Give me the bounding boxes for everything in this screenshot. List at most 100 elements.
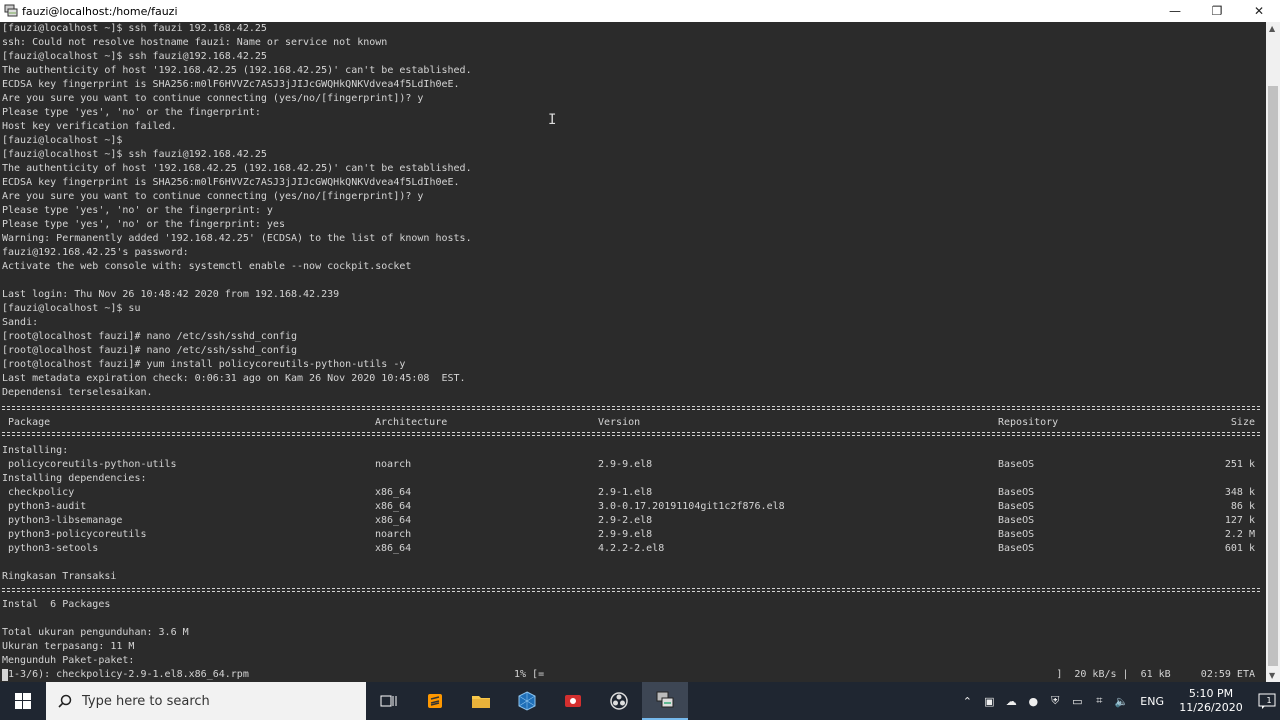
language-indicator[interactable]: ENG [1132,695,1172,708]
start-button[interactable] [0,682,46,720]
scroll-up-icon[interactable]: ▲ [1269,24,1275,33]
package-version: 2.9-9.el8 [598,529,653,540]
putty-taskbar-icon [656,691,674,708]
terminal-line: The authenticity of host '192.168.42.25 … [2,65,472,76]
package-version: 2.9-1.el8 [598,487,653,498]
obs-icon [610,692,628,710]
system-tray: ⌃ ▣ ☁ ● ⛨ ▭ ⌗ 🔈 ENG 5:10 PM 11/26/2020 1 [956,682,1280,720]
volume-icon[interactable]: 🔈 [1110,682,1132,720]
progress-file: (1-3/6): checkpolicy-2.9-1.el8.x86_64.rp… [2,669,249,680]
putty-app[interactable] [642,682,688,720]
package-size: 2.2 M [1224,529,1255,540]
terminal-line: [fauzi@localhost ~]$ ssh fauzi@192.168.4… [2,51,267,62]
terminal-line: Please type 'yes', 'no' or the fingerpri… [2,219,285,230]
terminal-area[interactable]: [fauzi@localhost ~]$ ssh fauzi 192.168.4… [0,22,1266,682]
package-version: 2.9-9.el8 [598,459,653,470]
taskbar: Type here to search ⌃ ▣ ☁ ● ⛨ ▭ ⌗ 🔈 ENG … [0,682,1280,720]
clock-time: 5:10 PM [1188,687,1234,700]
header-repository: Repository [998,417,1059,428]
onedrive-icon[interactable]: ☁ [1000,682,1022,720]
progress-percent: 1% [= [514,669,545,680]
deps-label: Installing dependencies: [2,473,147,484]
package-name: checkpolicy [8,487,75,498]
summary-title: Ringkasan Transaksi [2,571,117,582]
search-placeholder: Type here to search [82,693,210,709]
sublime-text-app[interactable] [412,682,458,720]
summary-install: Instal 6 Packages [2,599,111,610]
folder-icon [472,696,490,708]
package-version: 4.2.2-2.el8 [598,543,665,554]
package-name: policycoreutils-python-utils [8,459,177,470]
action-center-button[interactable]: 1 [1250,682,1280,720]
search-icon [58,694,72,708]
scroll-down-icon[interactable]: ▼ [1269,671,1275,680]
recorder-icon [565,695,581,707]
table-separator [2,432,1260,436]
vpn-icon[interactable]: ⛨ [1044,682,1066,720]
table-separator [2,406,1260,410]
file-explorer-app[interactable] [458,682,504,720]
summary-downloading: Mengunduh Paket-paket: [2,655,135,666]
terminal-line: Last login: Thu Nov 26 10:48:42 2020 fro… [2,289,340,300]
terminal-line: [fauzi@localhost ~]$ ssh fauzi 192.168.4… [2,23,267,34]
terminal-line: Host key verification failed. [2,121,177,132]
minimize-button[interactable]: — [1154,0,1196,22]
package-size: 251 k [1224,459,1255,470]
window-title: fauzi@localhost:/home/fauzi [22,4,178,18]
battery-icon[interactable]: ▭ [1066,682,1088,720]
mouse-ibeam-cursor: I [548,112,557,128]
package-repo: BaseOS [998,459,1035,470]
terminal-line: [root@localhost fauzi]# yum install poli… [2,359,406,370]
maximize-button[interactable]: ❐ [1196,0,1238,22]
terminal-line: [root@localhost fauzi]# nano /etc/ssh/ss… [2,345,298,356]
terminal-line: Please type 'yes', 'no' or the fingerpri… [2,205,273,216]
screen-recorder-app[interactable] [550,682,596,720]
clock-date: 11/26/2020 [1179,701,1243,714]
package-size: 348 k [1224,487,1255,498]
terminal-line: The authenticity of host '192.168.42.25 … [2,163,472,174]
package-version: 2.9-2.el8 [598,515,653,526]
package-size: 127 k [1224,515,1255,526]
scrollbar-thumb[interactable] [1268,86,1278,666]
obs-app[interactable] [596,682,642,720]
terminal-line: [fauzi@localhost ~]$ su [2,303,141,314]
terminal-line: Warning: Permanently added '192.168.42.2… [2,233,472,244]
terminal-line: Are you sure you want to continue connec… [2,191,424,202]
header-package: Package [8,417,51,428]
show-hidden-icons[interactable]: ⌃ [956,682,978,720]
terminal-line: Are you sure you want to continue connec… [2,93,424,104]
vertical-scrollbar[interactable]: ▲ ▼ [1266,22,1280,682]
tray-app-icon[interactable]: ▣ [978,682,1000,720]
terminal-line: ssh: Could not resolve hostname fauzi: N… [2,37,388,48]
terminal-line: Dependensi terselesaikan. [2,387,153,398]
putty-icon [0,0,22,22]
package-arch: noarch [375,459,412,470]
package-repo: BaseOS [998,487,1035,498]
terminal-line: Last metadata expiration check: 0:06:31 … [2,373,466,384]
summary-total-download: Total ukuran pengunduhan: 3.6 M [2,627,189,638]
package-name: python3-policycoreutils [8,529,147,540]
terminal-line: ECDSA key fingerprint is SHA256:m0lF6HVV… [2,79,460,90]
package-arch: x86_64 [375,515,412,526]
taskbar-search-box[interactable]: Type here to search [46,682,366,720]
package-name: python3-audit [8,501,87,512]
window-titlebar[interactable]: fauzi@localhost:/home/fauzi — ❐ ✕ [0,0,1280,22]
network-icon[interactable]: ⌗ [1088,682,1110,720]
header-version: Version [598,417,641,428]
task-view-button[interactable] [366,682,412,720]
package-arch: x86_64 [375,543,412,554]
package-repo: BaseOS [998,529,1035,540]
microphone-icon[interactable]: ● [1022,682,1044,720]
notification-count: 1 [1266,695,1272,705]
sublime-icon [428,694,442,708]
close-button[interactable]: ✕ [1238,0,1280,22]
clock[interactable]: 5:10 PM 11/26/2020 [1172,687,1250,715]
installing-label: Installing: [2,445,69,456]
terminal-line: [fauzi@localhost ~]$ ssh fauzi@192.168.4… [2,149,267,160]
package-repo: BaseOS [998,501,1035,512]
terminal-line: [fauzi@localhost ~]$ [2,135,123,146]
terminal-line: ECDSA key fingerprint is SHA256:m0lF6HVV… [2,177,460,188]
header-architecture: Architecture [375,417,448,428]
summary-separator [2,588,1260,592]
virtualbox-app[interactable] [504,682,550,720]
